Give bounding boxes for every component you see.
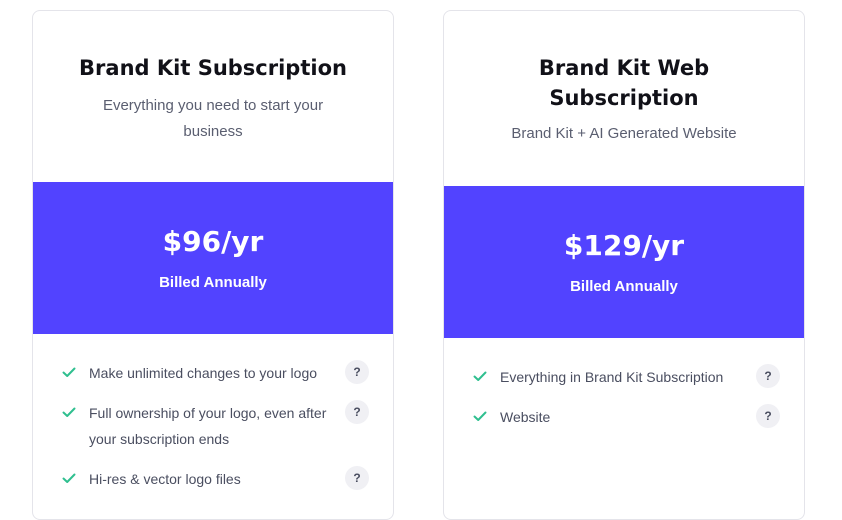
- feature-item: Full ownership of your logo, even after …: [61, 400, 369, 452]
- feature-label: Website: [500, 409, 551, 425]
- check-icon: [62, 473, 76, 483]
- question-mark-icon[interactable]: ?: [345, 360, 369, 384]
- check-icon: [62, 407, 76, 417]
- billing-period: Billed Annually: [570, 278, 678, 295]
- question-mark-icon[interactable]: ?: [756, 364, 780, 388]
- feature-label: Hi-res & vector logo files: [89, 471, 241, 487]
- question-mark-icon[interactable]: ?: [345, 400, 369, 424]
- plan-title: Brand Kit Web Subscription: [538, 56, 710, 110]
- plan-title: Brand Kit Subscription: [79, 56, 347, 80]
- plan-card-brand-kit-web: Brand Kit Web Subscription Brand Kit + A…: [443, 10, 805, 520]
- question-mark-icon[interactable]: ?: [756, 404, 780, 428]
- plan-header: Brand Kit Subscription Everything you ne…: [33, 11, 393, 182]
- plan-header: Brand Kit Web Subscription Brand Kit + A…: [444, 11, 804, 186]
- feature-item: Everything in Brand Kit Subscription ?: [472, 364, 780, 390]
- feature-list: Everything in Brand Kit Subscription ? W…: [444, 338, 804, 430]
- question-mark-icon[interactable]: ?: [345, 466, 369, 490]
- check-icon: [62, 367, 76, 377]
- plan-price: $129/yr: [563, 229, 685, 262]
- billing-period: Billed Annually: [159, 274, 267, 291]
- price-band: $129/yr Billed Annually: [444, 186, 804, 338]
- plan-price: $96/yr: [162, 225, 264, 258]
- feature-item: Website ?: [472, 404, 780, 430]
- plan-subtitle: Brand Kit + AI Generated Website: [511, 125, 737, 142]
- feature-label: Make unlimited changes to your logo: [89, 365, 318, 381]
- plan-subtitle: Everything you need to start your busine…: [102, 97, 324, 140]
- feature-list: Make unlimited changes to your logo ? Fu…: [33, 334, 393, 492]
- feature-item: Make unlimited changes to your logo ?: [61, 360, 369, 386]
- price-band: $96/yr Billed Annually: [33, 182, 393, 334]
- check-icon: [473, 371, 487, 381]
- check-icon: [473, 411, 487, 421]
- plan-card-brand-kit: Brand Kit Subscription Everything you ne…: [32, 10, 394, 520]
- feature-item: Hi-res & vector logo files ?: [61, 466, 369, 492]
- feature-label: Everything in Brand Kit Subscription: [500, 369, 724, 385]
- feature-label: Full ownership of your logo, even after …: [89, 405, 327, 447]
